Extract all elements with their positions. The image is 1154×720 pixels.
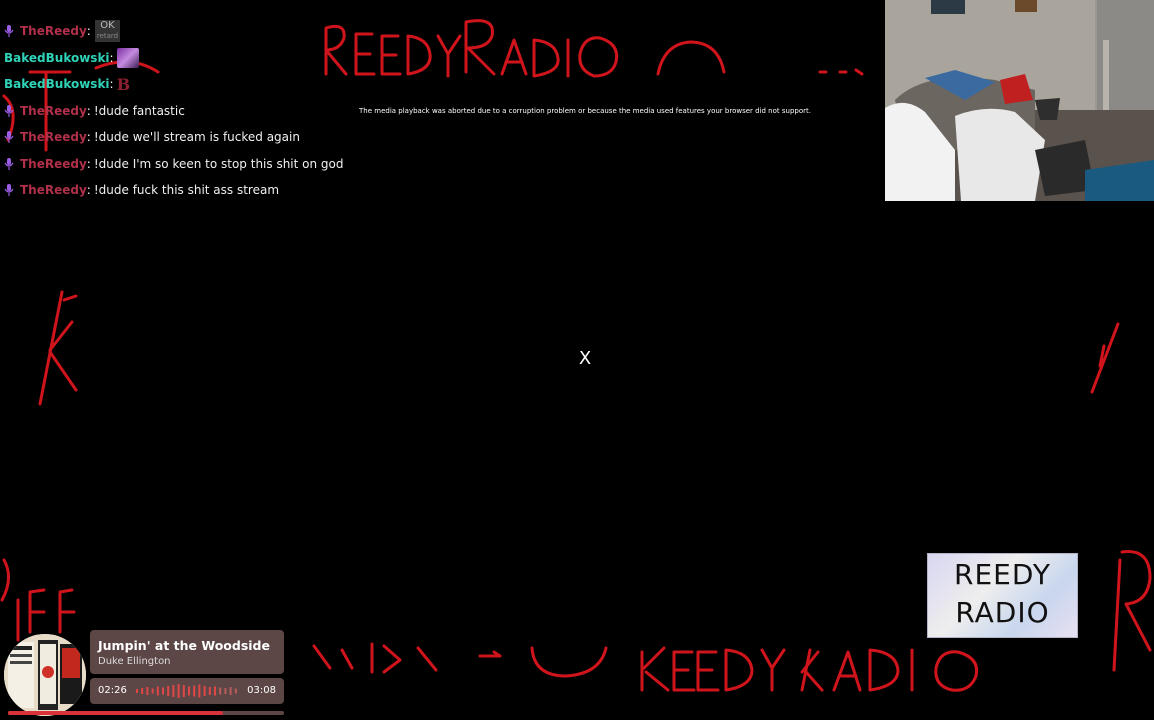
track-title: Jumpin' at the Woodside bbox=[98, 638, 270, 653]
microphone-badge-icon bbox=[4, 25, 14, 38]
webcam-room-scene bbox=[885, 0, 1154, 201]
chat-text: !dude we'll stream is fucked again bbox=[93, 130, 300, 145]
webcam-feed bbox=[885, 0, 1154, 201]
bottom-title-lettering bbox=[312, 642, 979, 692]
waveform-bar bbox=[224, 688, 227, 694]
audio-waveform-icon bbox=[136, 684, 237, 698]
track-progress-bar bbox=[8, 711, 284, 715]
ok-emote: OK retard bbox=[94, 20, 121, 43]
waveform-bar bbox=[219, 687, 222, 695]
waveform-bar bbox=[214, 686, 216, 696]
waveform-bar bbox=[193, 685, 196, 697]
media-error-message: The media playback was aborted due to a … bbox=[359, 107, 811, 115]
waveform-bar bbox=[198, 684, 201, 698]
chat-username: TheReedy bbox=[20, 130, 87, 145]
waveform-bar bbox=[182, 685, 185, 697]
waveform-bar bbox=[156, 686, 159, 696]
chat-message: TheReedy: !dude we'll stream is fucked a… bbox=[4, 124, 344, 151]
chat-username: TheReedy bbox=[20, 24, 87, 39]
logo-line-2: RADIO bbox=[955, 596, 1050, 629]
image-emote bbox=[116, 47, 139, 68]
track-info-card: Jumpin' at the Woodside Duke Ellington bbox=[90, 630, 284, 674]
chat-message: TheReedy: !dude fuck this shit ass strea… bbox=[4, 177, 344, 204]
chat-overlay: TheReedy: OK retard BakedBukowski: BakedB… bbox=[4, 18, 344, 204]
waveform-bar bbox=[234, 688, 237, 694]
waveform-bar bbox=[203, 686, 206, 696]
track-duration: 03:08 bbox=[247, 685, 276, 696]
waveform-bar bbox=[229, 687, 232, 695]
waveform-bar bbox=[188, 686, 190, 696]
chat-message: TheReedy: OK retard bbox=[4, 18, 344, 45]
album-cover-image bbox=[4, 634, 86, 716]
waveform-bar bbox=[177, 684, 180, 698]
right-edge-lettering bbox=[1090, 322, 1152, 672]
chat-username: TheReedy bbox=[20, 183, 87, 198]
track-progress-fill bbox=[8, 711, 224, 715]
microphone-badge-icon bbox=[4, 104, 14, 117]
waveform-bar bbox=[146, 687, 149, 695]
close-media-button[interactable]: X bbox=[576, 348, 594, 370]
album-art bbox=[4, 634, 86, 716]
chat-message: BakedBukowski: B bbox=[4, 74, 131, 94]
chat-message: TheReedy: !dude I'm so keen to stop this… bbox=[4, 151, 344, 178]
track-artist: Duke Ellington bbox=[98, 656, 171, 667]
now-playing-widget: Jumpin' at the Woodside Duke Ellington 0… bbox=[0, 628, 290, 720]
reedy-radio-logo: REEDY RADIO bbox=[927, 553, 1078, 638]
chat-username: BakedBukowski bbox=[4, 50, 110, 65]
chat-username: TheReedy bbox=[20, 103, 87, 118]
microphone-badge-icon bbox=[4, 131, 14, 144]
current-time: 02:26 bbox=[98, 685, 127, 696]
waveform-bar bbox=[141, 688, 144, 694]
waveform-bar bbox=[167, 686, 170, 696]
chat-message: BakedBukowski: bbox=[4, 45, 344, 72]
chat-username: BakedBukowski bbox=[4, 77, 110, 92]
microphone-badge-icon bbox=[4, 184, 14, 197]
chat-text: !dude I'm so keen to stop this shit on g… bbox=[93, 156, 344, 171]
chat-text: !dude fantastic bbox=[93, 103, 185, 118]
waveform-bar bbox=[162, 687, 164, 695]
waveform-bar bbox=[208, 687, 211, 695]
waveform-bar bbox=[172, 685, 175, 697]
chat-username: TheReedy bbox=[20, 156, 87, 171]
letter-emote: B bbox=[116, 74, 131, 94]
logo-line-1: REEDY bbox=[954, 558, 1051, 591]
waveform-bar bbox=[136, 689, 138, 693]
chat-text: !dude fuck this shit ass stream bbox=[93, 183, 280, 198]
microphone-badge-icon bbox=[4, 157, 14, 170]
waveform-bar bbox=[151, 688, 154, 694]
top-title-lettering bbox=[324, 19, 864, 78]
track-time-card: 02:26 03:08 bbox=[90, 678, 284, 704]
chat-message: TheReedy: !dude fantastic bbox=[4, 98, 344, 125]
